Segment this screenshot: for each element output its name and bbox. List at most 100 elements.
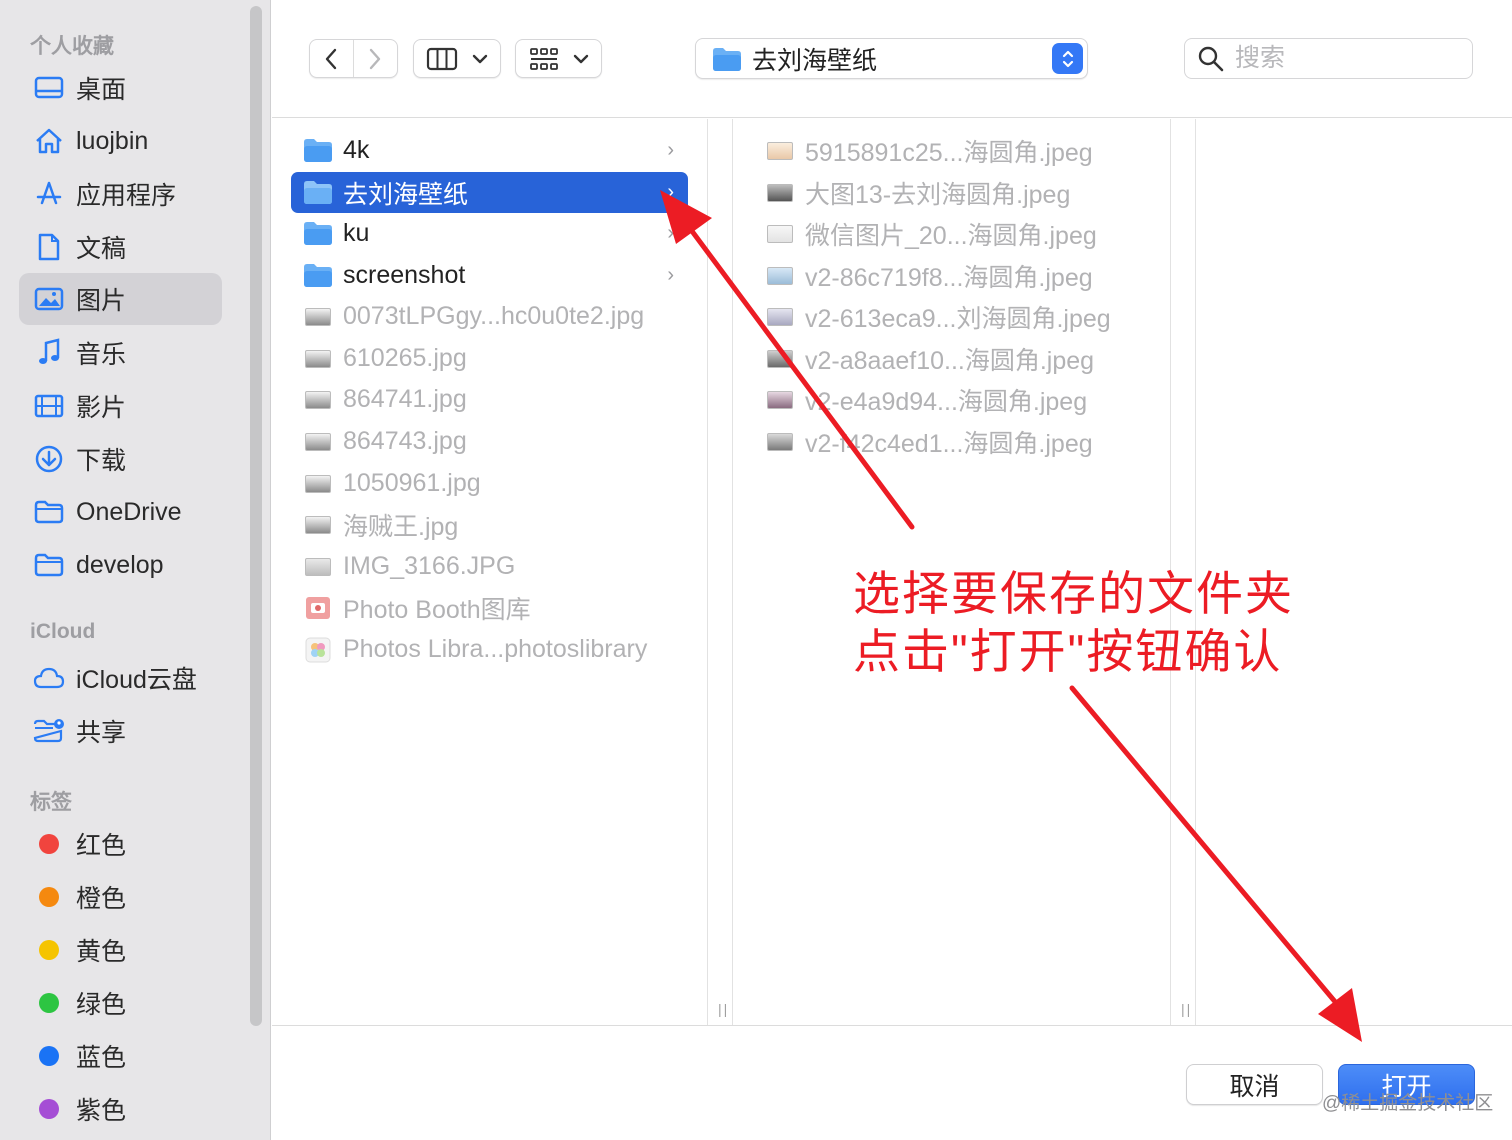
sidebar-item-music[interactable]: 音乐 (19, 327, 222, 379)
download-icon (33, 443, 65, 475)
sidebar-item-pictures[interactable]: 图片 (19, 273, 222, 325)
sidebar-item-shared[interactable]: 共享 (19, 705, 222, 757)
tag-color-dot (39, 993, 59, 1013)
list-item-photos-library[interactable]: Photos Libra...photoslibrary (291, 629, 688, 670)
item-label: 1050961.jpg (343, 469, 481, 497)
list-item-file[interactable]: 大图13-去刘海圆角.jpeg (753, 172, 1150, 213)
image-thumbnail-icon (765, 387, 795, 413)
location-stepper[interactable] (1052, 43, 1083, 74)
folder-icon (303, 138, 333, 164)
folder-icon (33, 496, 65, 528)
list-item-folder-ku[interactable]: ku › (291, 213, 688, 254)
list-item-file[interactable]: 海贼王.jpg (291, 504, 688, 545)
image-thumbnail-icon (303, 512, 333, 538)
list-item-file[interactable]: IMG_3166.JPG (291, 546, 688, 587)
item-label: 去刘海壁纸 (343, 180, 469, 209)
sidebar-item-desktop[interactable]: 桌面 (19, 62, 222, 114)
image-thumbnail-icon (765, 221, 795, 247)
list-item-photo-booth[interactable]: Photo Booth图库 (291, 587, 688, 628)
home-icon (33, 125, 65, 157)
tag-color-dot (39, 1099, 59, 1119)
list-item-file[interactable]: v2-f42c4ed1...海圆角.jpeg (753, 421, 1150, 462)
item-label: v2-e4a9d94...海圆角.jpeg (805, 387, 1088, 416)
sidebar-item-onedrive[interactable]: OneDrive (19, 486, 222, 538)
list-item-file[interactable]: 0073tLPGgy...hc0u0te2.jpg (291, 296, 688, 337)
search-field[interactable] (1184, 38, 1473, 79)
sidebar-tag-purple[interactable]: 紫色 (19, 1083, 222, 1135)
item-label: 4k (343, 136, 370, 164)
item-label: 微信图片_20...海圆角.jpeg (805, 221, 1097, 250)
image-thumbnail-icon (303, 554, 333, 580)
location-popup[interactable]: 去刘海壁纸 (695, 38, 1088, 79)
folder-icon (303, 263, 333, 289)
nav-buttons (309, 39, 398, 78)
item-label: ku (343, 219, 370, 247)
view-mode-button[interactable] (413, 39, 501, 78)
image-thumbnail-icon (765, 346, 795, 372)
item-label: 864743.jpg (343, 427, 467, 455)
sidebar-item-label: 应用程序 (76, 182, 177, 210)
tags-header: 标签 (30, 791, 72, 814)
sidebar-tag-yellow[interactable]: 黄色 (19, 924, 222, 976)
folder-icon (303, 221, 333, 247)
chevron-down-icon (472, 54, 488, 63)
list-item-file[interactable]: 5915891c25...海圆角.jpeg (753, 130, 1150, 171)
forward-button[interactable] (354, 40, 398, 77)
sidebar-item-downloads[interactable]: 下载 (19, 433, 222, 485)
music-note-icon (33, 337, 65, 369)
resize-grip-icon: || (1181, 1001, 1193, 1017)
item-label: 大图13-去刘海圆角.jpeg (805, 180, 1071, 209)
list-item-file[interactable]: v2-86c719f8...海圆角.jpeg (753, 255, 1150, 296)
list-item-file[interactable]: v2-613eca9...刘海圆角.jpeg (753, 296, 1150, 337)
image-thumbnail-icon (303, 346, 333, 372)
tag-color-dot (39, 1046, 59, 1066)
item-label: 0073tLPGgy...hc0u0te2.jpg (343, 302, 645, 330)
search-input[interactable] (1235, 44, 1455, 73)
chevron-right-icon: › (667, 222, 674, 244)
image-thumbnail-icon (303, 304, 333, 330)
sidebar-item-movies[interactable]: 影片 (19, 380, 222, 432)
chevron-right-icon: › (667, 139, 674, 161)
group-grid-icon (529, 47, 558, 70)
sidebar-item-documents[interactable]: 文稿 (19, 221, 222, 273)
toolbar: 去刘海壁纸 (272, 0, 1512, 118)
sidebar-tag-blue[interactable]: 蓝色 (19, 1030, 222, 1082)
list-item-folder-selected[interactable]: 去刘海壁纸 › (291, 172, 688, 213)
list-item-file[interactable]: v2-e4a9d94...海圆角.jpeg (753, 379, 1150, 420)
sidebar-tag-green[interactable]: 绿色 (19, 977, 222, 1029)
list-item-file[interactable]: 610265.jpg (291, 338, 688, 379)
sidebar-item-home[interactable]: luojbin (19, 115, 222, 167)
sidebar-scrollbar[interactable] (250, 6, 262, 1026)
sidebar-item-develop[interactable]: develop (19, 539, 222, 591)
tag-color-dot (39, 887, 59, 907)
sidebar-item-icloud-drive[interactable]: iCloud云盘 (19, 652, 222, 704)
chevron-down-icon (573, 54, 588, 63)
sidebar-item-applications[interactable]: 应用程序 (19, 168, 222, 220)
sidebar-item-label: 橙色 (76, 885, 127, 913)
sidebar-item-label: 红色 (76, 832, 127, 860)
item-label: v2-a8aaef10...海圆角.jpeg (805, 346, 1095, 375)
list-item-file[interactable]: v2-a8aaef10...海圆角.jpeg (753, 338, 1150, 379)
item-label: v2-613eca9...刘海圆角.jpeg (805, 304, 1111, 333)
list-item-file[interactable]: 微信图片_20...海圆角.jpeg (753, 213, 1150, 254)
list-item-folder-screenshot[interactable]: screenshot › (291, 255, 688, 296)
browser-column-1[interactable]: 4k › 去刘海壁纸 › ku › screenshot › 0073tLPGg… (272, 119, 707, 1025)
item-label: v2-86c719f8...海圆角.jpeg (805, 263, 1093, 292)
sidebar-tag-orange[interactable]: 橙色 (19, 871, 222, 923)
folder-icon (713, 47, 741, 71)
cloud-icon (33, 662, 65, 694)
list-item-file[interactable]: 864743.jpg (291, 421, 688, 462)
sidebar-tag-red[interactable]: 红色 (19, 818, 222, 870)
folder-icon (303, 180, 333, 206)
list-item-file[interactable]: 864741.jpg (291, 379, 688, 420)
sidebar-item-label: 蓝色 (76, 1044, 127, 1072)
list-item-folder-4k[interactable]: 4k › (291, 130, 688, 171)
cancel-button[interactable]: 取消 (1186, 1064, 1323, 1105)
column-resize-handle[interactable]: || (707, 119, 733, 1025)
sidebar-item-label: 桌面 (76, 76, 127, 104)
group-button[interactable] (515, 39, 602, 78)
list-item-file[interactable]: 1050961.jpg (291, 463, 688, 504)
item-label: Photo Booth图库 (343, 595, 531, 624)
back-button[interactable] (310, 40, 354, 77)
chevron-left-icon (326, 48, 337, 69)
